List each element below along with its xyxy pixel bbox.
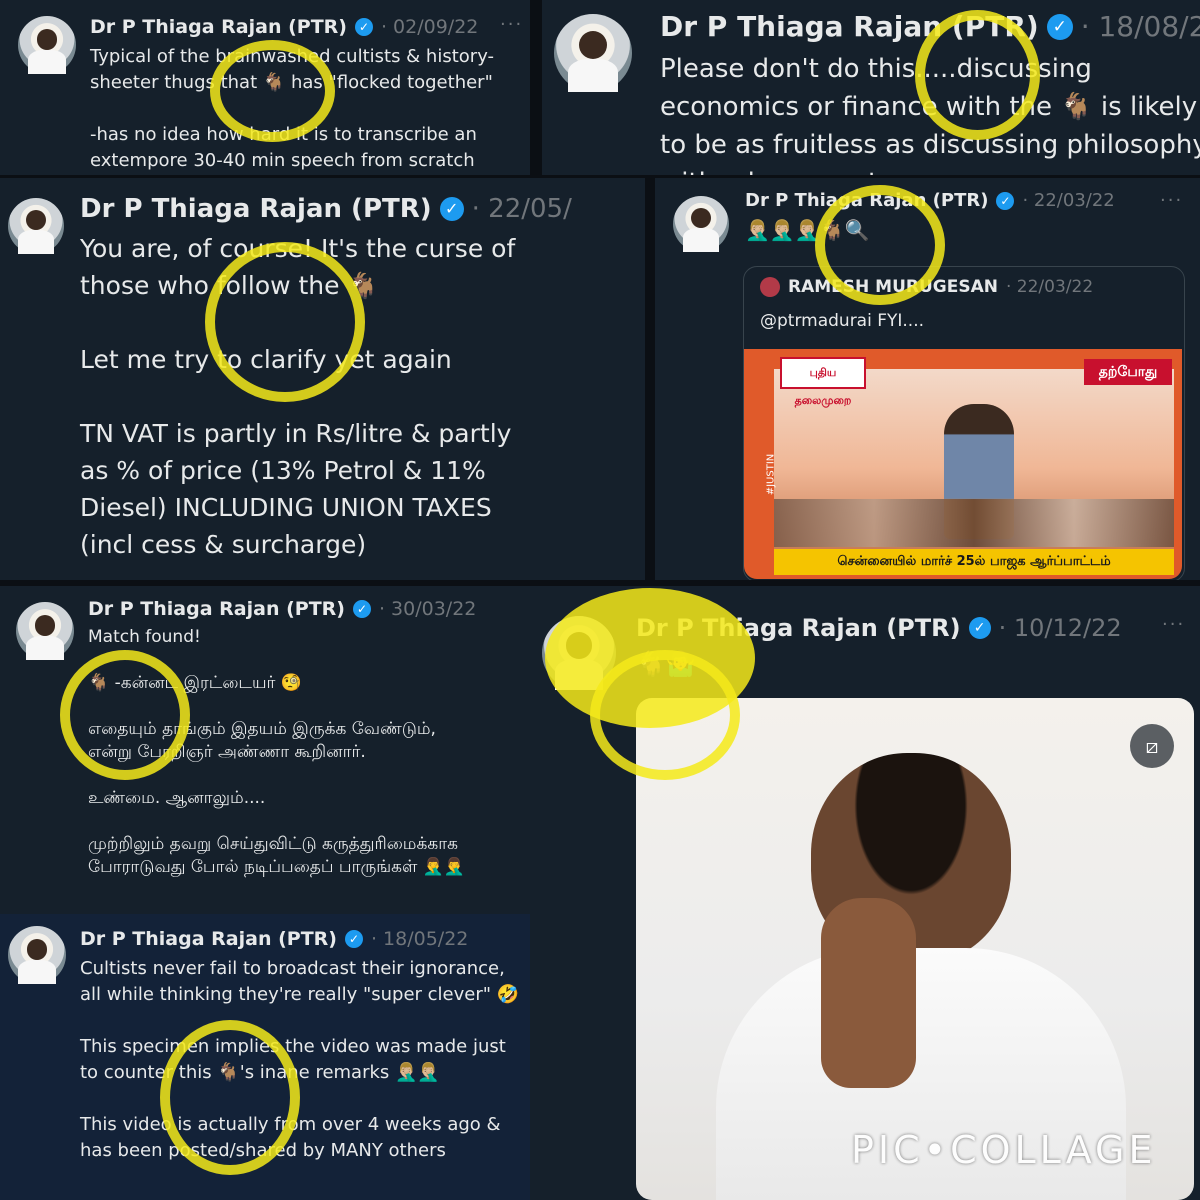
avatar[interactable]: [16, 602, 74, 660]
tweet-header: Dr P Thiaga Rajan (PTR) ✓ · 22/05/: [80, 194, 572, 224]
verified-icon: ✓: [354, 18, 373, 36]
verified-icon: ✓: [439, 197, 464, 221]
quote-text: @ptrmadurai FYI....: [760, 311, 925, 331]
highlight-circle: [815, 185, 945, 305]
tweet-header: Dr P Thiaga Rajan (PTR) ✓ · 30/03/22: [88, 598, 476, 620]
tweet-date[interactable]: · 22/05/: [472, 194, 572, 224]
author-name[interactable]: Dr P Thiaga Rajan (PTR): [80, 928, 337, 950]
quoted-tweet[interactable]: RAMESH MURUGESAN · 22/03/22 @ptrmadurai …: [743, 266, 1185, 580]
avatar[interactable]: [8, 926, 66, 984]
news-image[interactable]: புதிய தலைமுறை தற்போது #JUSTIN சென்னையில்…: [744, 349, 1182, 579]
avatar[interactable]: [554, 14, 632, 92]
highlight-circle: [210, 40, 335, 142]
verified-icon: ✓: [1046, 13, 1073, 40]
tweet-panel-2: Dr P Thiaga Rajan (PTR) ✓ · 18/08/22 Ple…: [542, 0, 1200, 175]
justin-label: #JUSTIN: [765, 453, 777, 496]
author-name[interactable]: Dr P Thiaga Rajan (PTR): [90, 16, 347, 38]
verified-icon: ✓: [968, 617, 991, 639]
news-banner: சென்னையில் மார்ச் 25ல் பாஜக ஆர்ப்பாட்டம்: [774, 549, 1174, 575]
tweet-date[interactable]: · 18/08/22: [1081, 10, 1200, 43]
news-tag: தற்போது: [1084, 359, 1172, 385]
hide-media-icon[interactable]: ⧄: [1130, 724, 1174, 768]
author-name[interactable]: Dr P Thiaga Rajan (PTR): [80, 194, 432, 224]
tweet-text: Cultists never fail to broadcast their i…: [80, 958, 520, 1161]
verified-icon: ✓: [996, 191, 1015, 210]
tweet-date[interactable]: · 18/05/22: [371, 928, 468, 950]
attached-photo[interactable]: ⧄ PIC•COLLAGE: [636, 698, 1194, 1200]
tweet-date[interactable]: · 30/03/22: [379, 598, 476, 620]
avatar[interactable]: [673, 196, 729, 252]
avatar[interactable]: [8, 198, 64, 254]
more-options-icon[interactable]: ···: [1162, 614, 1185, 635]
crowd: [774, 499, 1174, 547]
more-options-icon[interactable]: ···: [1160, 190, 1183, 211]
highlight-circle: [160, 1020, 300, 1175]
author-name[interactable]: Dr P Thiaga Rajan (PTR): [88, 598, 345, 620]
raised-hand: [821, 898, 916, 1088]
channel-logo: புதிய தலைமுறை: [780, 357, 866, 407]
more-options-icon[interactable]: ···: [500, 14, 523, 35]
watermark: PIC•COLLAGE: [851, 1128, 1157, 1172]
highlight-circle: [915, 10, 1040, 140]
tweet-date[interactable]: · 02/09/22: [381, 16, 478, 38]
avatar[interactable]: [18, 16, 76, 74]
quote-date[interactable]: · 22/03/22: [1006, 277, 1093, 297]
tweet-date[interactable]: · 22/03/22: [1022, 190, 1114, 211]
highlight-circle: [60, 650, 190, 780]
highlight-circle: [590, 650, 740, 780]
tweet-date[interactable]: · 10/12/22: [999, 614, 1122, 642]
verified-icon: ✓: [352, 600, 371, 618]
verified-icon: ✓: [344, 930, 363, 948]
tweet-header: Dr P Thiaga Rajan (PTR) ✓ · 18/05/22: [80, 928, 468, 950]
avatar[interactable]: [760, 277, 780, 297]
highlight-circle: [205, 242, 365, 402]
tweet-header: Dr P Thiaga Rajan (PTR) ✓ · 02/09/22: [90, 16, 478, 38]
